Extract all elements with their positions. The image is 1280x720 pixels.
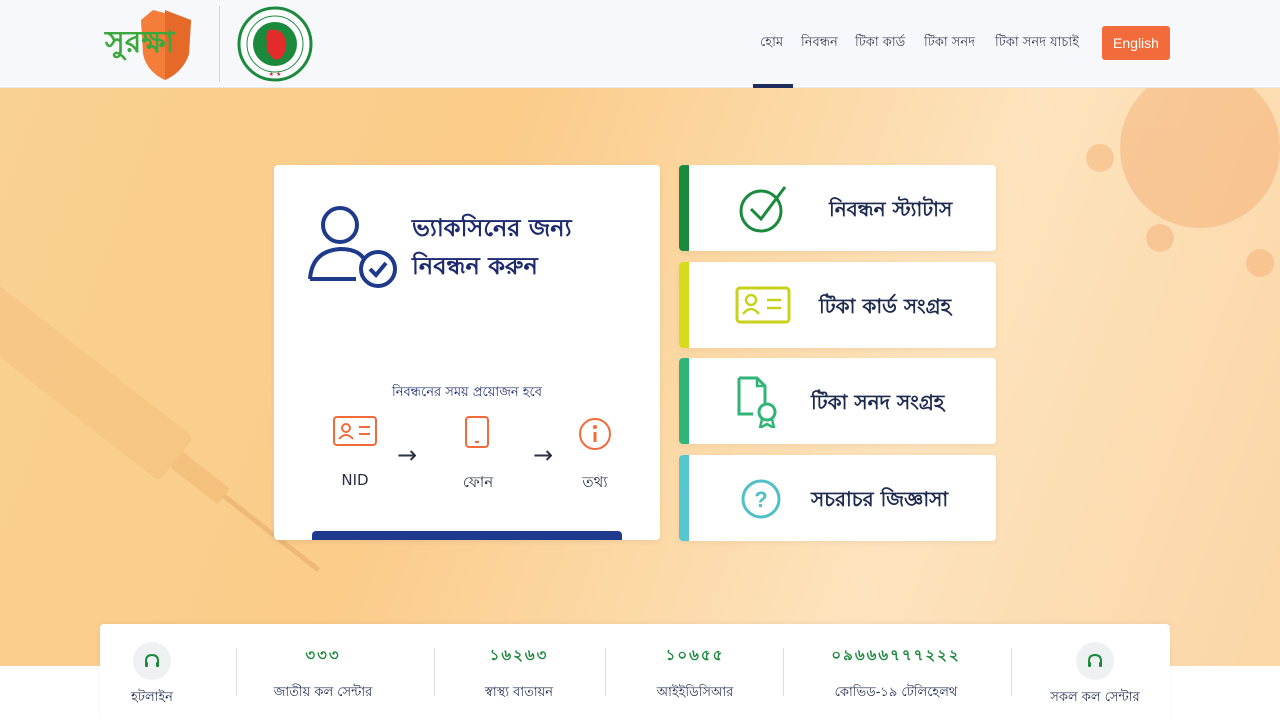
- register-title-line2: নিবন্ধন করুন: [412, 252, 538, 280]
- id-card-icon: [333, 416, 377, 446]
- faq-card[interactable]: ? সচরাচর জিজ্ঞাসা: [679, 455, 996, 541]
- headset-icon: [133, 642, 171, 680]
- card-accent-stripe: [679, 262, 689, 348]
- requirement-label-phone: ফোন: [462, 473, 494, 491]
- language-english-button[interactable]: English: [1102, 26, 1170, 60]
- national-call-center[interactable]: ৩৩৩ জাতীয় কল সেন্টার: [246, 644, 400, 704]
- requirement-label-nid: NID: [341, 471, 369, 489]
- all-call-centers[interactable]: সকল কল সেন্টার: [1030, 642, 1160, 709]
- certificate-icon: [737, 376, 777, 428]
- headset-icon: [1076, 642, 1114, 680]
- health-portal-number: ১৬২৬৩: [489, 646, 549, 664]
- card-accent-stripe: [679, 358, 689, 444]
- user-check-icon: [308, 206, 397, 288]
- vaccine-card-collect-label: টিকা কার্ড সংগ্রহ: [819, 294, 952, 318]
- health-portal-label: স্বাস্থ্য বাতায়ন: [484, 685, 554, 700]
- id-card-icon: [735, 286, 791, 324]
- divider: [1011, 648, 1012, 696]
- check-circle-icon: [739, 186, 787, 233]
- card-accent-stripe: [679, 165, 689, 251]
- vaccine-card-collect-card[interactable]: টিকা কার্ড সংগ্রহ: [679, 262, 996, 348]
- info-icon: [579, 418, 611, 450]
- telehealth-hotline[interactable]: ০৯৬৬৬৭৭৭২২২ কোভিড-১৯ টেলিহেলথ: [783, 644, 1009, 704]
- faq-label: সচরাচর জিজ্ঞাসা: [811, 487, 949, 511]
- svg-text:সুরক্ষা: সুরক্ষা: [104, 25, 176, 61]
- hotline-bar: হটলাইন ৩৩৩ জাতীয় কল সেন্টার ১৬২৬৩ স্বাস…: [100, 624, 1170, 720]
- nav-item-certificate[interactable]: টিকা সনদ: [924, 26, 975, 60]
- site-header: সুরক্ষা ★ ★ হোম নিবন্ধন টিকা কার্ড টিকা …: [0, 0, 1280, 88]
- svg-text:?: ?: [754, 487, 767, 512]
- divider: [236, 648, 237, 696]
- iedcr-label: আইইডিসিআর: [656, 685, 734, 700]
- card-accent-stripe: [679, 455, 689, 541]
- national-call-center-number: ৩৩৩: [305, 646, 341, 664]
- telehealth-label: কোভিড-১৯ টেলিহেলথ: [834, 685, 958, 700]
- phone-icon: [465, 416, 489, 448]
- government-seal-logo: ★ ★: [237, 6, 313, 82]
- register-title-line1: ভ্যাকসিনের জন্য: [412, 214, 572, 242]
- iedcr-hotline[interactable]: ১০৬৫৫ আইইডিসিআর: [605, 644, 785, 704]
- surokkha-logo[interactable]: সুরক্ষা: [103, 6, 199, 82]
- telehealth-number: ০৯৬৬৬৭৭৭২২২: [831, 646, 961, 664]
- health-portal-hotline[interactable]: ১৬২৬৩ স্বাস্থ্য বাতায়ন: [434, 644, 604, 704]
- requirement-label-info: তথ্য: [582, 473, 608, 491]
- requirements-title: নিবন্ধনের সময় প্রয়োজন হবে: [391, 385, 543, 400]
- arrow-right-icon: →: [533, 441, 554, 469]
- register-button[interactable]: [312, 531, 622, 540]
- iedcr-number: ১০৬৫৫: [665, 646, 725, 664]
- nav-item-verify-certificate[interactable]: টিকা সনদ যাচাই: [995, 26, 1079, 60]
- register-vaccine-card[interactable]: ভ্যাকসিনের জন্য নিবন্ধন করুন নিবন্ধনের স…: [274, 165, 660, 540]
- logo-divider: [219, 6, 220, 82]
- hotline-item: হটলাইন: [100, 642, 204, 709]
- nav-item-vaccine-card[interactable]: টিকা কার্ড: [855, 26, 905, 60]
- registration-status-card[interactable]: নিবন্ধন স্ট্যাটাস: [679, 165, 996, 251]
- registration-status-label: নিবন্ধন স্ট্যাটাস: [829, 197, 953, 221]
- all-call-centers-label: সকল কল সেন্টার: [1050, 690, 1140, 705]
- register-title: ভ্যাকসিনের জন্য নিবন্ধন করুন: [412, 209, 642, 285]
- certificate-collect-label: টিকা সনদ সংগ্রহ: [811, 390, 945, 414]
- nav-item-registration[interactable]: নিবন্ধন: [801, 26, 838, 60]
- national-call-center-label: জাতীয় কল সেন্টার: [273, 685, 373, 700]
- certificate-collect-card[interactable]: টিকা সনদ সংগ্রহ: [679, 358, 996, 444]
- svg-text:★ ★: ★ ★: [269, 71, 282, 78]
- question-icon: ?: [741, 479, 781, 519]
- arrow-right-icon: →: [397, 441, 418, 469]
- nav-item-home[interactable]: হোম: [760, 26, 783, 60]
- hotline-label: হটলাইন: [131, 690, 173, 705]
